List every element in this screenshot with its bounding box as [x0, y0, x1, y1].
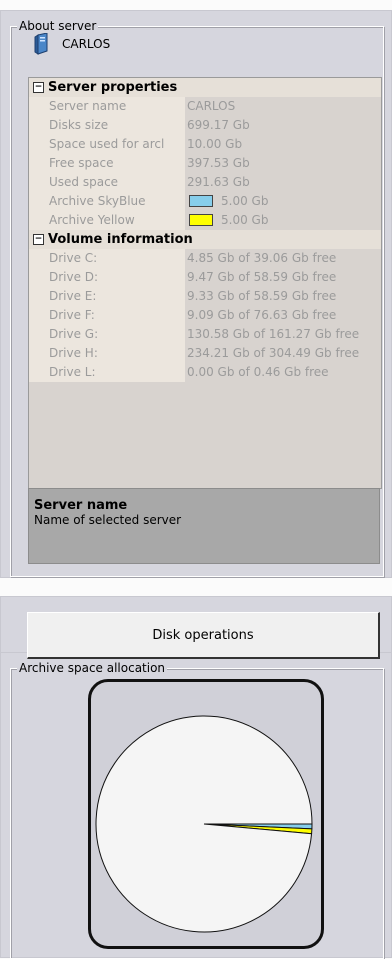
grid-property-row[interactable]: Drive G: 130.58 Gb of 161.27 Gb free	[29, 325, 381, 344]
grid-property-row[interactable]: Space used for arcl 10.00 Gb	[29, 135, 381, 154]
property-value-text: 291.63 Gb	[187, 175, 250, 189]
grid-property-row[interactable]: Drive D: 9.47 Gb of 58.59 Gb free	[29, 268, 381, 287]
property-name: Archive SkyBlue	[29, 192, 185, 211]
property-name: Drive H:	[29, 344, 185, 363]
property-name: Disks size	[29, 116, 185, 135]
about-server-legend: About server	[17, 19, 99, 33]
property-value-text: 5.00 Gb	[221, 213, 269, 227]
property-value: 5.00 Gb	[185, 192, 381, 211]
grid-property-row[interactable]: Disks size 699.17 Gb	[29, 116, 381, 135]
grid-property-row[interactable]: Drive F: 9.09 Gb of 76.63 Gb free	[29, 306, 381, 325]
property-value-text: 397.53 Gb	[187, 156, 250, 170]
property-name: Drive E:	[29, 287, 185, 306]
grid-category-row[interactable]: − Volume information	[29, 230, 381, 249]
disk-operations-button[interactable]: Disk operations	[27, 612, 380, 659]
property-value: CARLOS	[185, 97, 381, 116]
property-value-text: 130.58 Gb of 161.27 Gb free	[187, 327, 360, 341]
description-text: Name of selected server	[34, 513, 182, 527]
property-value: 291.63 Gb	[185, 173, 381, 192]
property-value-text: 9.47 Gb of 58.59 Gb free	[187, 270, 337, 284]
description-panel: Server name Name of selected server	[28, 488, 380, 564]
property-name: Drive C:	[29, 249, 185, 268]
allocation-legend: Archive space allocation	[17, 661, 168, 675]
property-name: Drive L:	[29, 363, 185, 382]
property-value-text: 234.21 Gb of 304.49 Gb free	[187, 346, 360, 360]
collapse-toggle-icon[interactable]: −	[33, 234, 44, 245]
property-value-text: 5.00 Gb	[221, 194, 269, 208]
property-name: Server name	[29, 97, 185, 116]
grid-property-row[interactable]: Archive SkyBlue 5.00 Gb	[29, 192, 381, 211]
server-tower-icon	[34, 33, 48, 55]
property-value: 10.00 Gb	[185, 135, 381, 154]
grid-category-row[interactable]: − Server properties	[29, 78, 381, 97]
grid-category-label: Server properties	[48, 80, 178, 95]
property-value: 397.53 Gb	[185, 154, 381, 173]
color-swatch	[189, 214, 213, 226]
property-value: 4.85 Gb of 39.06 Gb free	[185, 249, 381, 268]
pie-slice-other	[95, 715, 313, 933]
property-name: Drive D:	[29, 268, 185, 287]
grid-property-row[interactable]: Free space 397.53 Gb	[29, 154, 381, 173]
grid-property-row[interactable]: Used space 291.63 Gb	[29, 173, 381, 192]
grid-property-row[interactable]: Drive L: 0.00 Gb of 0.46 Gb free	[29, 363, 381, 382]
property-value-text: 9.09 Gb of 76.63 Gb free	[187, 308, 337, 322]
property-name: Used space	[29, 173, 185, 192]
color-swatch	[189, 195, 213, 207]
property-value: 9.47 Gb of 58.59 Gb free	[185, 268, 381, 287]
property-name: Drive G:	[29, 325, 185, 344]
server-header: CARLOS	[34, 32, 110, 56]
property-value: 9.33 Gb of 58.59 Gb free	[185, 287, 381, 306]
property-value-text: 4.85 Gb of 39.06 Gb free	[187, 251, 337, 265]
collapse-toggle-icon[interactable]: −	[33, 82, 44, 93]
description-title: Server name	[34, 498, 128, 513]
property-grid[interactable]: − Server properties Server name CARLOS Disks…	[28, 77, 382, 489]
grid-property-row[interactable]: Drive C: 4.85 Gb of 39.06 Gb free	[29, 249, 381, 268]
property-name: Drive F:	[29, 306, 185, 325]
property-value: 234.21 Gb of 304.49 Gb free	[185, 344, 381, 363]
allocation-pie-chart	[95, 715, 313, 933]
property-value-text: 10.00 Gb	[187, 137, 243, 151]
property-value: 0.00 Gb of 0.46 Gb free	[185, 363, 381, 382]
property-value: 699.17 Gb	[185, 116, 381, 135]
grid-category-label: Volume information	[48, 232, 193, 247]
grid-empty-area	[29, 420, 381, 488]
grid-property-row[interactable]: Server name CARLOS	[29, 97, 381, 116]
property-value-text: 9.33 Gb of 58.59 Gb free	[187, 289, 337, 303]
grid-property-row[interactable]: Drive E: 9.33 Gb of 58.59 Gb free	[29, 287, 381, 306]
server-title: CARLOS	[62, 37, 111, 51]
grid-property-row[interactable]: Drive H: 234.21 Gb of 304.49 Gb free	[29, 344, 381, 363]
property-value-text: CARLOS	[187, 99, 236, 113]
property-value-text: 0.00 Gb of 0.46 Gb free	[187, 365, 329, 379]
property-name: Archive Yellow	[29, 211, 185, 230]
property-value-text: 699.17 Gb	[187, 118, 250, 132]
grid-property-row[interactable]: Archive Yellow 5.00 Gb	[29, 211, 381, 230]
property-value: 5.00 Gb	[185, 211, 381, 230]
property-name: Space used for arcl	[29, 135, 185, 154]
property-name: Free space	[29, 154, 185, 173]
property-value: 130.58 Gb of 161.27 Gb free	[185, 325, 381, 344]
property-value: 9.09 Gb of 76.63 Gb free	[185, 306, 381, 325]
